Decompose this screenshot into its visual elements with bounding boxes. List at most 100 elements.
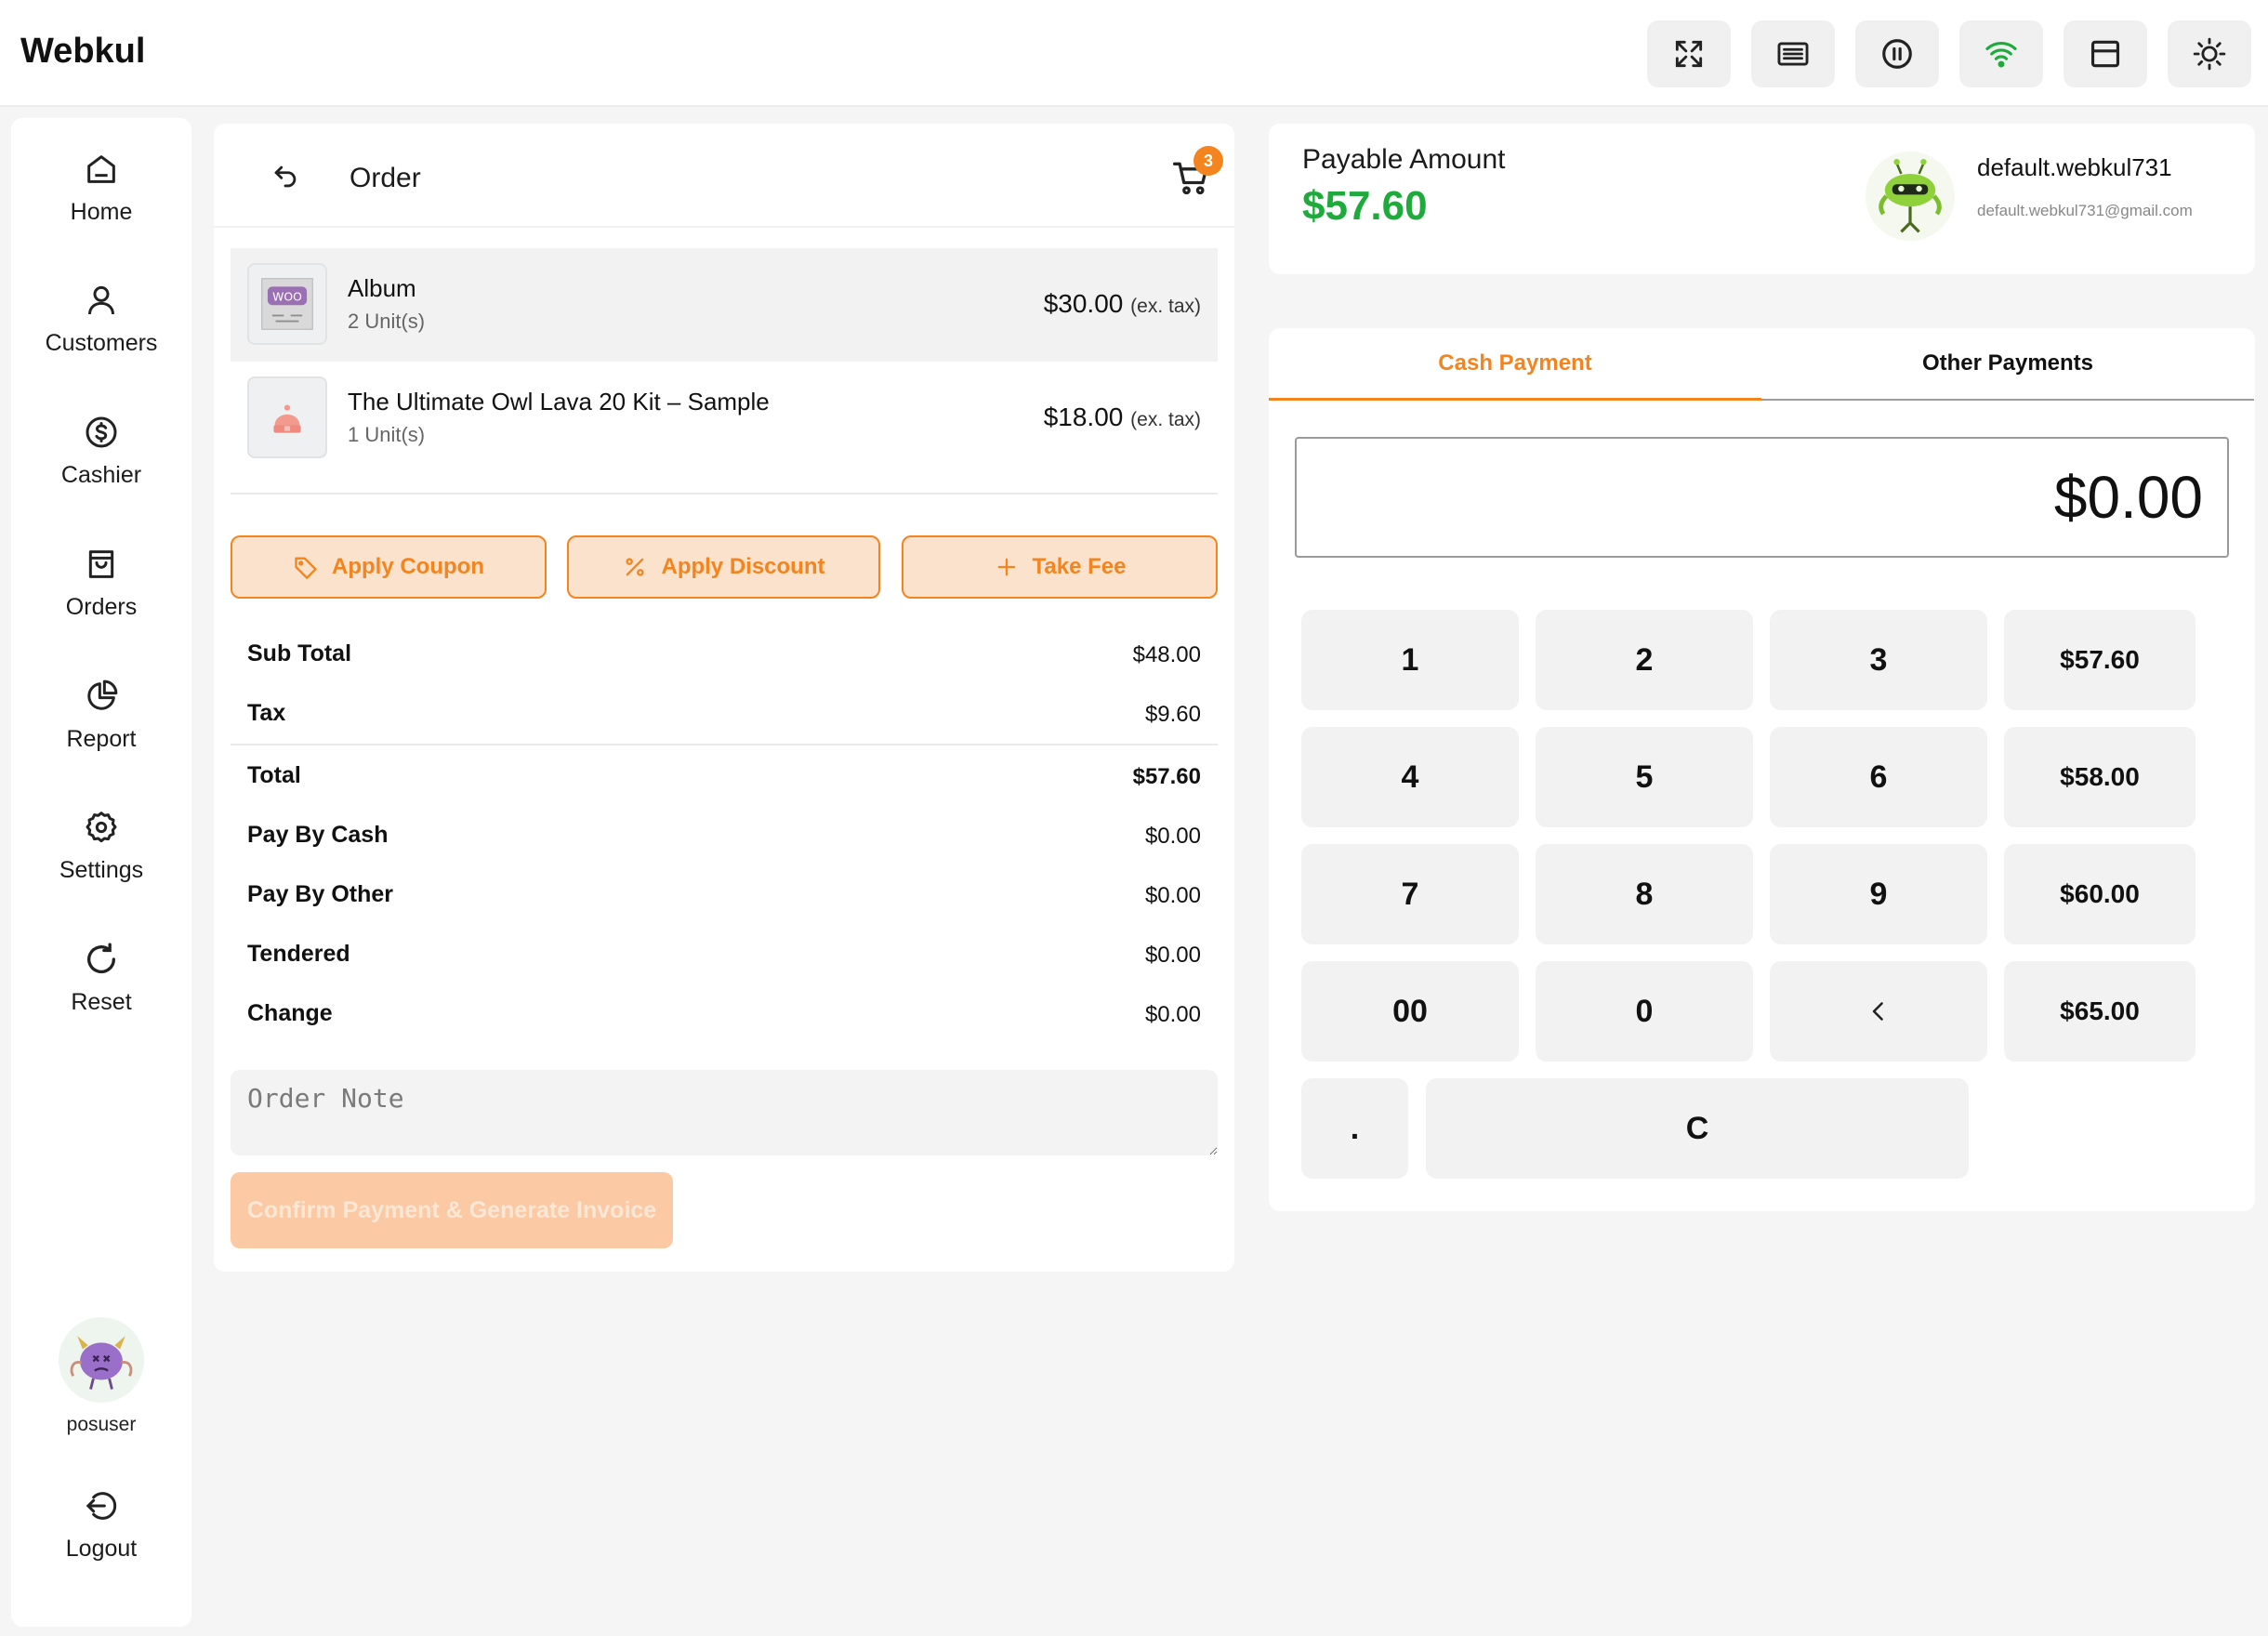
key-4[interactable]: 4 (1301, 727, 1519, 827)
layout-button[interactable] (2064, 20, 2147, 87)
sidebar-item-customers[interactable]: Customers (11, 282, 191, 393)
apply-coupon-label: Apply Coupon (332, 554, 484, 579)
key-00[interactable]: 00 (1301, 961, 1519, 1062)
tendered-amount-value: $0.00 (2053, 464, 2203, 531)
dollar-icon (86, 416, 117, 448)
tax-row: Tax $9.60 (231, 691, 1218, 735)
order-item[interactable]: The Ultimate Owl Lava 20 Kit – Sample 1 … (231, 362, 1218, 475)
pay-by-cash-row: Pay By Cash $0.00 (231, 812, 1218, 857)
key-5[interactable]: 5 (1536, 727, 1753, 827)
product-units: 1 Unit(s) (348, 423, 426, 446)
confirm-payment-button[interactable]: Confirm Payment & Generate Invoice (231, 1172, 673, 1248)
product-units: 2 Unit(s) (348, 310, 426, 333)
sidebar-item-cashier[interactable]: Cashier (11, 414, 191, 525)
product-price: $30.00 (ex. tax) (1044, 289, 1201, 319)
clear-key[interactable]: C (1426, 1078, 1969, 1179)
tab-other-payments[interactable]: Other Payments (1761, 328, 2254, 401)
tendered-label: Tendered (247, 941, 350, 967)
brand-logo: Webkul (20, 32, 146, 71)
plus-icon (997, 558, 1015, 576)
pause-button[interactable] (1855, 20, 1939, 87)
sidebar-item-label: Home (70, 199, 133, 225)
payable-amount: $57.60 (1302, 183, 1428, 229)
order-note-input[interactable] (231, 1070, 1218, 1155)
product-thumbnail (247, 376, 327, 458)
tendered-amount-display[interactable]: $0.00 (1295, 437, 2229, 558)
quick-amount-button[interactable]: $65.00 (2004, 961, 2195, 1062)
total-row: Total $57.60 (231, 753, 1218, 798)
apply-discount-button[interactable]: Apply Discount (567, 535, 880, 599)
chevron-left-icon (1872, 1002, 1883, 1021)
tax-label: Tax (247, 700, 286, 726)
sidebar-item-label: Reset (71, 989, 132, 1015)
key-7[interactable]: 7 (1301, 844, 1519, 944)
fullscreen-button[interactable] (1647, 20, 1731, 87)
key-9[interactable]: 9 (1770, 844, 1987, 944)
order-panel: Order 3 WOO Album 2 Unit(s) $30.00 (ex. … (214, 124, 1234, 1272)
tax-note: (ex. tax) (1130, 409, 1201, 430)
tag-icon (295, 557, 317, 579)
top-bar: Webkul (0, 0, 2268, 107)
customer-name: default.webkul731 (1977, 153, 2172, 181)
sidebar-item-report[interactable]: Report (11, 678, 191, 789)
reset-icon (87, 943, 116, 974)
total-label: Total (247, 762, 301, 788)
sidebar-item-label: Customers (45, 330, 158, 356)
sidebar-item-reset[interactable]: Reset (11, 941, 191, 1052)
quick-amount-button[interactable]: $58.00 (2004, 727, 2195, 827)
sidebar-item-settings[interactable]: Settings (11, 809, 191, 920)
divider (231, 493, 1218, 495)
key-0[interactable]: 0 (1536, 961, 1753, 1062)
cart-count-badge: 3 (1193, 146, 1223, 176)
key-2[interactable]: 2 (1536, 610, 1753, 710)
apply-coupon-button[interactable]: Apply Coupon (231, 535, 547, 599)
tendered-row: Tendered $0.00 (231, 931, 1218, 976)
avatar (59, 1317, 144, 1403)
key-3[interactable]: 3 (1770, 610, 1987, 710)
divider (231, 744, 1218, 745)
subtotal-row: Sub Total $48.00 (231, 631, 1218, 676)
svg-text:WOO: WOO (272, 289, 302, 303)
logout-label: Logout (65, 1536, 138, 1562)
order-item[interactable]: WOO Album 2 Unit(s) $30.00 (ex. tax) (231, 248, 1218, 362)
order-header: Order 3 (214, 124, 1234, 228)
sidebar-item-home[interactable]: Home (11, 151, 191, 262)
pause-icon (1882, 39, 1912, 69)
product-thumbnail: WOO (247, 263, 327, 345)
alien-avatar-icon (1879, 159, 1942, 233)
customer-email: default.webkul731@gmail.com (1977, 202, 2193, 219)
key-8[interactable]: 8 (1536, 844, 1753, 944)
take-fee-button[interactable]: Take Fee (902, 535, 1218, 599)
tab-cash-payment[interactable]: Cash Payment (1269, 328, 1761, 401)
keyboard-button[interactable] (1751, 20, 1835, 87)
product-name: The Ultimate Owl Lava 20 Kit – Sample (348, 388, 770, 416)
payable-card: Payable Amount $57.60 default.webkul731 … (1269, 124, 2255, 274)
gear-icon (86, 811, 117, 843)
backspace-key[interactable] (1770, 961, 1987, 1062)
key-6[interactable]: 6 (1770, 727, 1987, 827)
sidebar-item-label: Cashier (60, 462, 142, 488)
key-decimal[interactable]: . (1301, 1078, 1408, 1179)
tendered-value: $0.00 (1144, 943, 1201, 968)
take-fee-label: Take Fee (1032, 554, 1127, 579)
apply-discount-label: Apply Discount (661, 554, 825, 579)
quick-amount-button[interactable]: $60.00 (2004, 844, 2195, 944)
payable-label: Payable Amount (1302, 144, 1506, 175)
bag-icon (88, 550, 114, 578)
sidebar-item-orders[interactable]: Orders (11, 546, 191, 657)
back-icon[interactable] (270, 161, 301, 192)
quick-amount-button[interactable]: $57.60 (2004, 610, 2195, 710)
user-profile[interactable]: posuser (11, 1317, 191, 1436)
change-row: Change $0.00 (231, 991, 1218, 1036)
theme-toggle-button[interactable] (2168, 20, 2251, 87)
subtotal-label: Sub Total (247, 640, 352, 666)
wifi-button[interactable] (1959, 20, 2043, 87)
logout-button[interactable]: Logout (11, 1487, 191, 1599)
sidebar-item-label: Report (66, 726, 137, 752)
subtotal-value: $48.00 (1132, 642, 1201, 667)
product-name: Album (348, 274, 416, 302)
total-value: $57.60 (1132, 764, 1201, 789)
tax-note: (ex. tax) (1130, 296, 1201, 317)
fullscreen-icon (1675, 40, 1703, 68)
key-1[interactable]: 1 (1301, 610, 1519, 710)
